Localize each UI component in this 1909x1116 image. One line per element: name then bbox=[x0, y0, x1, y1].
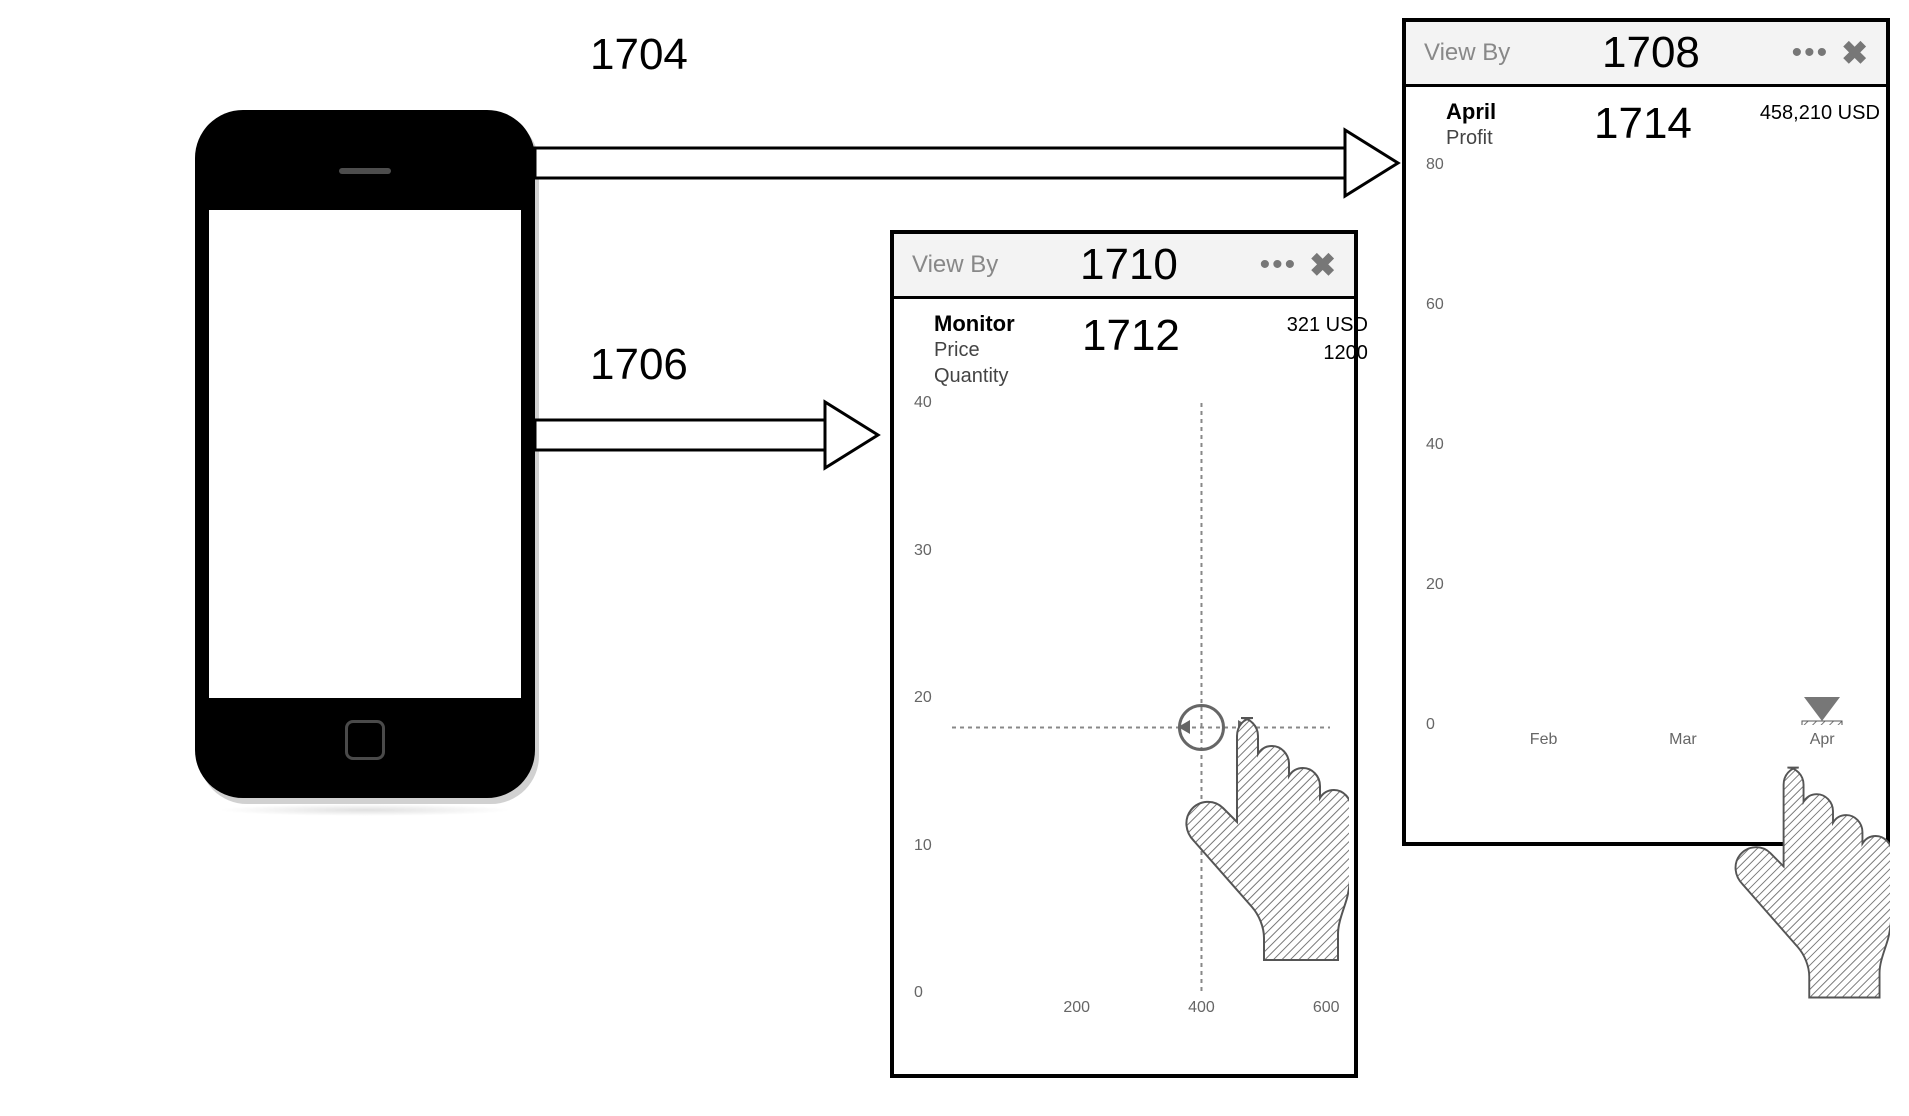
popup-titlebar: View By 1708 ••• ✖ bbox=[1406, 22, 1886, 87]
row-label: Quantity bbox=[934, 363, 1064, 389]
y-tick: 10 bbox=[914, 837, 932, 855]
category-label: April bbox=[1446, 99, 1576, 125]
x-tick: 600 bbox=[1313, 999, 1340, 1017]
y-tick: 20 bbox=[1426, 576, 1444, 594]
y-tick: 60 bbox=[1426, 296, 1444, 314]
close-icon[interactable]: ✖ bbox=[1309, 246, 1336, 284]
phone-home-button[interactable] bbox=[345, 720, 385, 760]
y-tick: 0 bbox=[914, 984, 923, 1002]
phone-speaker bbox=[339, 168, 391, 174]
y-tick: 0 bbox=[1426, 716, 1435, 734]
popup-monitor: View By 1710 ••• ✖ Monitor Price Quantit… bbox=[890, 230, 1358, 1078]
more-icon[interactable]: ••• bbox=[1260, 248, 1298, 282]
close-icon[interactable]: ✖ bbox=[1841, 34, 1868, 72]
x-tick: Apr bbox=[1810, 731, 1835, 749]
category-label: Monitor bbox=[934, 311, 1064, 337]
phone-screen[interactable] bbox=[209, 210, 521, 698]
crosshair-icon bbox=[952, 403, 1330, 993]
popup-meta: April Profit 1714 458,210 USD bbox=[1406, 87, 1886, 155]
ref-label-bottom: 1706 bbox=[590, 340, 688, 390]
popup-ref-number: 1708 bbox=[1522, 28, 1779, 78]
ref-label-top: 1704 bbox=[590, 30, 688, 80]
y-tick: 80 bbox=[1426, 156, 1444, 174]
row-label: Price bbox=[934, 337, 1064, 363]
x-tick: Feb bbox=[1530, 731, 1558, 749]
popup-body-ref: 1714 bbox=[1594, 99, 1692, 149]
arrow-bottom bbox=[535, 402, 878, 468]
viewby-label[interactable]: View By bbox=[912, 251, 998, 279]
x-tick: 200 bbox=[1063, 999, 1090, 1017]
profit-bar-chart[interactable]: 80 60 40 20 0 Feb Mar Apr bbox=[1464, 165, 1862, 725]
value-cell: 458,210 USD bbox=[1710, 99, 1880, 127]
x-tick: 400 bbox=[1188, 999, 1215, 1017]
monitor-scatter-chart[interactable]: 40 30 20 10 0 200 400 600 bbox=[952, 403, 1330, 993]
popup-meta: Monitor Price Quantity 1712 321 USD 1200 bbox=[894, 299, 1354, 393]
popup-profit: View By 1708 ••• ✖ April Profit 1714 458… bbox=[1402, 18, 1890, 846]
y-tick: 40 bbox=[1426, 436, 1444, 454]
value-cell: 321 USD bbox=[1198, 311, 1368, 339]
phone-device bbox=[195, 110, 535, 798]
popup-body-ref: 1712 bbox=[1082, 311, 1180, 361]
y-tick: 30 bbox=[914, 542, 932, 560]
arrow-top bbox=[535, 130, 1398, 196]
x-tick: Mar bbox=[1669, 731, 1697, 749]
viewby-label[interactable]: View By bbox=[1424, 39, 1510, 67]
popup-titlebar: View By 1710 ••• ✖ bbox=[894, 234, 1354, 299]
selection-marker-icon bbox=[1464, 165, 1862, 725]
popup-ref-number: 1710 bbox=[1010, 240, 1247, 290]
y-tick: 20 bbox=[914, 689, 932, 707]
y-tick: 40 bbox=[914, 394, 932, 412]
row-label: Profit bbox=[1446, 125, 1576, 151]
more-icon[interactable]: ••• bbox=[1792, 36, 1830, 70]
value-cell: 1200 bbox=[1198, 339, 1368, 367]
